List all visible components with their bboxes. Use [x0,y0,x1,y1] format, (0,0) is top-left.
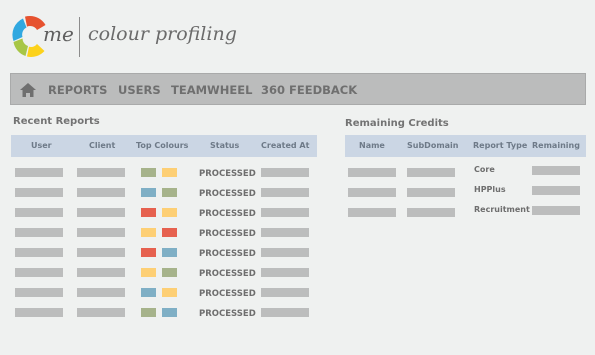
remaining-credits-title: Remaining Credits [345,118,449,129]
subdomain-cell-placeholder [407,188,455,197]
user-cell-placeholder [15,168,63,177]
home-icon[interactable] [20,82,36,98]
colour-swatch [162,208,177,217]
status-label: PROCESSED [199,169,256,179]
recent-reports-header: User Client Top Colours Status Created A… [11,135,317,157]
user-cell-placeholder [15,228,63,237]
nav-360-feedback[interactable]: 360 FEEDBACK [261,83,357,97]
client-cell-placeholder [77,248,125,257]
report-type-label: Recruitment [474,205,530,214]
client-cell-placeholder [77,168,125,177]
colour-swatch [141,308,156,317]
user-cell-placeholder [15,268,63,277]
subdomain-cell-placeholder [407,168,455,177]
remaining-cell-placeholder [532,186,580,195]
colour-swatch [141,248,156,257]
column-header-user[interactable]: User [31,141,52,150]
report-type-label: HPPlus [474,185,506,194]
nav-users[interactable]: USERS [118,83,161,97]
column-header-top-colours[interactable]: Top Colours [136,141,188,150]
brand-divider [79,17,80,57]
client-cell-placeholder [77,208,125,217]
column-header-status[interactable]: Status [210,141,239,150]
created-at-cell-placeholder [261,248,309,257]
report-type-label: Core [474,165,495,174]
status-label: PROCESSED [199,249,256,259]
created-at-cell-placeholder [261,308,309,317]
user-cell-placeholder [15,208,63,217]
recent-reports-title: Recent Reports [13,116,100,127]
name-cell-placeholder [348,168,396,177]
status-label: PROCESSED [199,269,256,279]
client-cell-placeholder [77,268,125,277]
created-at-cell-placeholder [261,288,309,297]
remaining-credits-header: Name SubDomain Report Type Remaining [345,135,586,157]
colour-swatch [141,168,156,177]
created-at-cell-placeholder [261,268,309,277]
colour-swatch [162,248,177,257]
status-label: PROCESSED [199,209,256,219]
remaining-cell-placeholder [532,166,580,175]
subdomain-cell-placeholder [407,208,455,217]
nav-teamwheel[interactable]: TEAMWHEEL [171,83,252,97]
brand-prefix: me [43,22,74,46]
client-cell-placeholder [77,228,125,237]
status-label: PROCESSED [199,289,256,299]
colour-swatch [141,208,156,217]
client-cell-placeholder [77,188,125,197]
colour-swatch [162,188,177,197]
colour-swatch [141,188,156,197]
status-label: PROCESSED [199,229,256,239]
created-at-cell-placeholder [261,208,309,217]
colour-swatch [141,288,156,297]
colour-swatch [141,228,156,237]
name-cell-placeholder [348,208,396,217]
user-cell-placeholder [15,188,63,197]
remaining-cell-placeholder [532,206,580,215]
created-at-cell-placeholder [261,228,309,237]
colour-swatch [162,308,177,317]
column-header-client[interactable]: Client [89,141,115,150]
colour-swatch [162,288,177,297]
created-at-cell-placeholder [261,188,309,197]
user-cell-placeholder [15,308,63,317]
column-header-remaining[interactable]: Remaining [532,141,580,150]
main-nav: REPORTS USERS TEAMWHEEL 360 FEEDBACK [10,73,586,105]
colour-swatch [141,268,156,277]
column-header-subdomain[interactable]: SubDomain [407,141,459,150]
client-cell-placeholder [77,288,125,297]
status-label: PROCESSED [199,309,256,319]
colour-swatch [162,268,177,277]
user-cell-placeholder [15,248,63,257]
created-at-cell-placeholder [261,168,309,177]
column-header-report-type[interactable]: Report Type [473,141,527,150]
colour-swatch [162,168,177,177]
colour-swatch [162,228,177,237]
status-label: PROCESSED [199,189,256,199]
client-cell-placeholder [77,308,125,317]
user-cell-placeholder [15,288,63,297]
column-header-created-at[interactable]: Created At [261,141,309,150]
brand-title: colour profiling [88,23,237,45]
nav-reports[interactable]: REPORTS [48,83,107,97]
name-cell-placeholder [348,188,396,197]
column-header-name[interactable]: Name [359,141,385,150]
